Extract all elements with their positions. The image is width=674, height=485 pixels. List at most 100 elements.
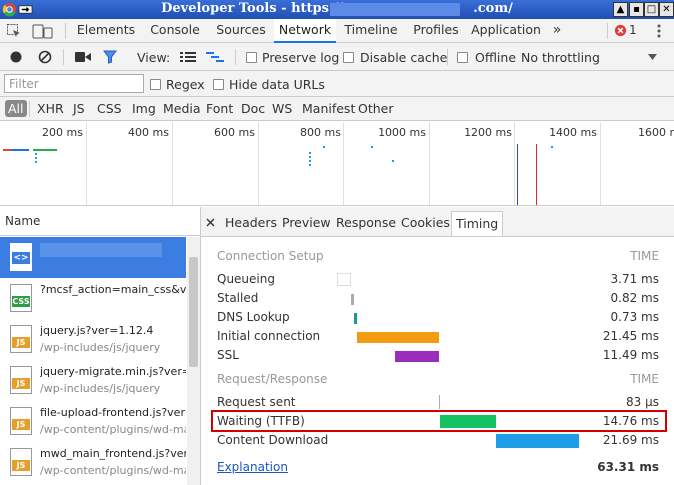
type-filter-img[interactable]: Img: [132, 101, 156, 116]
disable-cache-checkbox[interactable]: [343, 52, 354, 63]
request-name: jquery.js?ver=1.12.4: [40, 324, 154, 337]
scrollbar-thumb[interactable]: [189, 257, 198, 367]
tab-preview[interactable]: Preview: [282, 215, 331, 230]
request-name: ?mcsf_action=main_css&ve: [40, 283, 186, 296]
type-filter-xhr[interactable]: XHR: [37, 101, 64, 116]
hide-data-urls-checkbox[interactable]: [213, 79, 224, 90]
request-row[interactable]: JS mwd_main_frontend.js?ver= /wp-content…: [0, 442, 186, 483]
divider: [235, 49, 236, 65]
request-sent-bar: [439, 395, 440, 409]
network-overview-timeline[interactable]: 200 ms 400 ms 600 ms 800 ms 1000 ms 1200…: [0, 122, 674, 206]
tab-sources[interactable]: Sources: [211, 19, 271, 43]
overview-tick-1400: 1400 ms: [549, 126, 597, 139]
type-filter-media[interactable]: Media: [163, 101, 201, 116]
divider: [63, 49, 64, 65]
js-file-icon: JS: [10, 448, 32, 476]
type-filter-font[interactable]: Font: [206, 101, 233, 116]
video-camera-icon[interactable]: [75, 51, 91, 63]
regex-checkbox[interactable]: [150, 79, 161, 90]
request-name: file-upload-frontend.js?ver=.: [40, 406, 186, 419]
record-icon[interactable]: [10, 51, 22, 63]
ssl-value: 11.49 ms: [602, 348, 659, 362]
overview-gridline: [343, 122, 344, 205]
restore-button[interactable]: ▪: [629, 2, 644, 17]
more-tabs-button[interactable]: »: [548, 19, 566, 43]
overview-gridline: [258, 122, 259, 205]
html-file-icon: <>: [10, 243, 32, 271]
clear-icon[interactable]: [38, 50, 52, 64]
request-name: mwd_main_frontend.js?ver=: [40, 447, 186, 460]
type-filter-other[interactable]: Other: [358, 101, 394, 116]
title-suffix: .com/: [473, 1, 513, 16]
css-file-icon: CSS: [10, 284, 32, 312]
maximize-button[interactable]: □: [644, 2, 659, 17]
tab-elements[interactable]: Elements: [70, 19, 142, 43]
offline-label: Offline: [475, 50, 517, 65]
error-icon[interactable]: [614, 24, 627, 37]
request-row[interactable]: JS jquery-migrate.min.js?ver=1 /wp-inclu…: [0, 360, 186, 401]
explanation-link[interactable]: Explanation: [217, 460, 288, 474]
type-filter-manifest[interactable]: Manifest: [302, 101, 355, 116]
tab-application[interactable]: Application: [469, 19, 543, 43]
divider: [65, 23, 66, 39]
tab-network[interactable]: Network: [274, 19, 336, 43]
content-download-bar: [496, 434, 579, 448]
load-marker: [536, 144, 537, 205]
divider: [29, 101, 30, 117]
overview-tick-1200: 1200 ms: [464, 126, 512, 139]
type-filter-all[interactable]: All: [5, 100, 27, 117]
dns-lookup-value: 0.73 ms: [610, 310, 659, 324]
overview-tick-800: 800 ms: [300, 126, 341, 139]
overview-tick-400: 400 ms: [128, 126, 169, 139]
type-filter-doc[interactable]: Doc: [241, 101, 265, 116]
name-column-header[interactable]: Name: [0, 207, 200, 236]
tab-console[interactable]: Console: [145, 19, 205, 43]
filter-input[interactable]: [4, 74, 144, 93]
request-path: /wp-includes/js/jquery: [40, 341, 161, 354]
overview-request-mark: [323, 146, 325, 148]
preserve-log-checkbox[interactable]: [246, 52, 257, 63]
large-rows-icon[interactable]: [180, 51, 196, 63]
type-filter-css[interactable]: CSS: [97, 101, 122, 116]
type-filter-ws[interactable]: WS: [272, 101, 292, 116]
device-toolbar-icon[interactable]: [32, 23, 54, 39]
request-row-document[interactable]: <>: [0, 237, 186, 278]
request-row[interactable]: JS jquery.js?ver=1.12.4 /wp-includes/js/…: [0, 319, 186, 360]
overview-gridline: [600, 122, 601, 205]
inspect-element-icon[interactable]: [6, 23, 22, 39]
file-type-badge: JS: [12, 378, 30, 389]
close-icon[interactable]: [206, 218, 215, 227]
js-file-icon: JS: [10, 407, 32, 435]
divider: [607, 23, 608, 39]
type-filter-js[interactable]: JS: [73, 101, 85, 116]
close-button[interactable]: ✕: [659, 2, 674, 17]
request-row[interactable]: JS file-upload-frontend.js?ver=. /wp-con…: [0, 401, 186, 442]
waterfall-overview-icon[interactable]: [206, 51, 224, 63]
overview-gridline: [86, 122, 87, 205]
ssl-label: SSL: [217, 348, 239, 362]
overview-gridline: [172, 122, 173, 205]
filter-icon[interactable]: [103, 50, 117, 64]
chevron-down-icon[interactable]: [648, 54, 657, 60]
minimize-button[interactable]: ▲: [613, 2, 628, 17]
throttling-select[interactable]: No throttling: [521, 50, 600, 65]
queueing-value: 3.71 ms: [610, 272, 659, 286]
tab-response[interactable]: Response: [336, 215, 396, 230]
content-download-label: Content Download: [217, 433, 329, 447]
overview-request-mark: [392, 160, 394, 162]
file-type-badge: <>: [12, 252, 30, 264]
request-path: /wp-includes/js/jquery: [40, 382, 161, 395]
request-row[interactable]: CSS ?mcsf_action=main_css&ve: [0, 278, 186, 319]
time-column-heading: TIME: [630, 249, 659, 263]
tab-timing[interactable]: Timing: [451, 211, 504, 236]
initial-connection-label: Initial connection: [217, 329, 321, 343]
kebab-menu-icon[interactable]: [655, 23, 663, 39]
tab-cookies[interactable]: Cookies: [401, 215, 450, 230]
offline-checkbox[interactable]: [457, 52, 468, 63]
tab-profiles[interactable]: Profiles: [408, 19, 464, 43]
stalled-label: Stalled: [217, 291, 259, 305]
overview-request-mark: [551, 146, 553, 148]
tab-headers[interactable]: Headers: [225, 215, 277, 230]
tab-timeline[interactable]: Timeline: [341, 19, 401, 43]
time-column-heading: TIME: [630, 372, 659, 386]
